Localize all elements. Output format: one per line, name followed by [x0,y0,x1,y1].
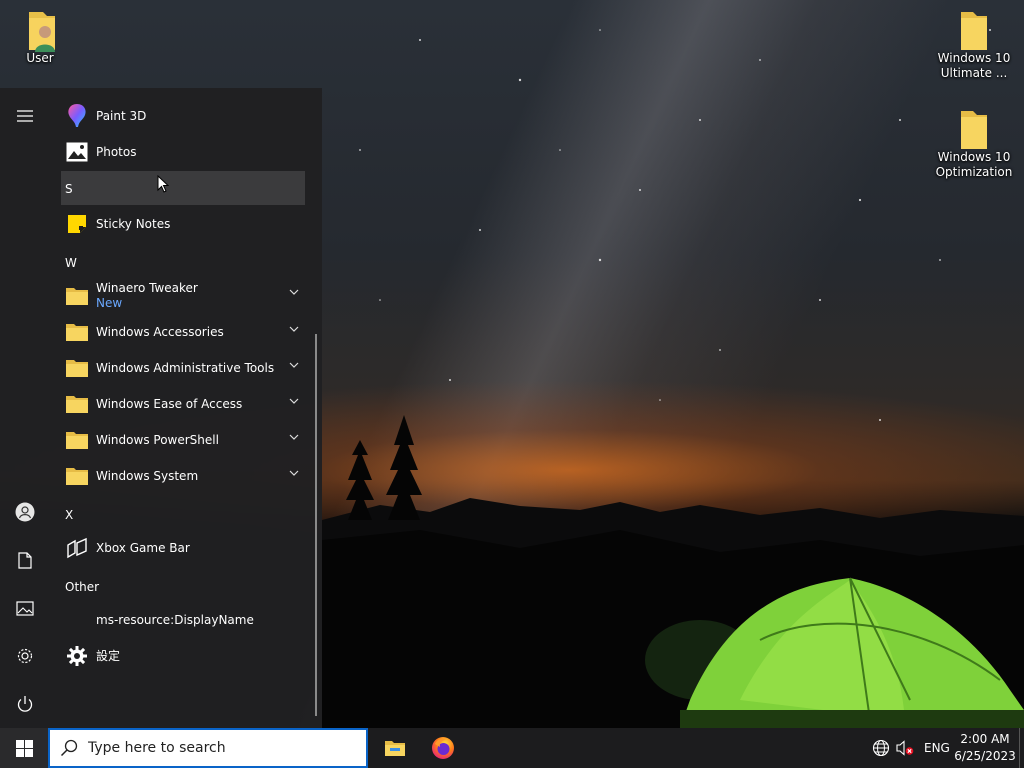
sticky-notes-icon [63,210,91,238]
start-button[interactable] [0,728,48,768]
mouse-cursor-icon [157,175,169,193]
app-paint-3d[interactable]: Paint 3D [61,99,305,133]
app-label: Windows Ease of Access [96,397,243,411]
xbox-game-bar-icon [63,534,91,562]
chevron-down-icon [289,362,299,368]
user-icon [15,502,35,522]
app-label: Windows PowerShell [96,433,219,447]
blank-app-icon [63,606,91,634]
new-badge: New [96,296,123,310]
folder-icon [959,10,989,50]
settings-button[interactable] [0,632,50,680]
network-globe-icon[interactable] [872,739,890,757]
app-label: Windows Accessories [96,325,224,339]
app-label: 設定 [96,649,121,663]
folder-windows-ease-of-access[interactable]: Windows Ease of Access [61,387,305,421]
documents-icon [18,551,32,569]
start-menu-rail [0,88,50,728]
app-label: Sticky Notes [96,217,171,231]
folder-winaero-tweaker[interactable]: Winaero Tweaker New [61,278,305,314]
app-list-scrollbar[interactable] [315,334,317,716]
desktop-icon-windows-10-optimization[interactable]: Windows 10 Optimization [934,109,1014,180]
pictures-icon [16,600,34,616]
chevron-down-icon [289,289,299,295]
app-label: Windows System [96,469,199,483]
taskbar: ENG 2:00 AM 6/25/2023 [0,728,1024,768]
documents-button[interactable] [0,536,50,584]
letter-label: W [65,256,77,270]
taskbar-clock[interactable]: 2:00 AM 6/25/2023 [954,731,1016,765]
chevron-down-icon [289,470,299,476]
folder-windows-system[interactable]: Windows System [61,459,305,493]
taskbar-file-explorer[interactable] [371,728,419,768]
letter-header-other[interactable]: Other [61,569,305,603]
menu-icon [17,110,33,122]
folder-windows-administrative-tools[interactable]: Windows Administrative Tools [61,351,305,385]
search-icon [60,739,78,757]
folder-windows-accessories[interactable]: Windows Accessories [61,315,305,349]
folder-icon [63,318,91,346]
app-settings-jp[interactable]: 設定 [61,639,305,673]
letter-label: X [65,508,74,522]
paint-3d-icon [63,102,91,130]
taskbar-search-box[interactable] [48,728,368,768]
windows-logo-icon [15,739,33,757]
expand-menu-button[interactable] [0,92,50,140]
desktop-icon-user[interactable]: User [0,10,80,66]
letter-header-s[interactable]: S [61,171,305,205]
app-label: Winaero Tweaker [96,281,198,295]
desktop-icon-windows-10-ultimate[interactable]: Windows 10 Ultimate ... [934,10,1014,81]
settings-gear-icon [63,642,91,670]
app-label: Photos [96,145,137,159]
folder-icon [63,462,91,490]
file-explorer-icon [385,741,405,756]
folder-icon [63,390,91,418]
folder-icon [63,426,91,454]
account-button[interactable] [0,488,50,536]
power-button[interactable] [0,680,50,728]
app-label: Paint 3D [96,109,147,123]
letter-label: S [65,182,73,196]
folder-icon [63,354,91,382]
clock-time: 2:00 AM [960,732,1010,746]
folder-icon [959,109,989,149]
desktop-icon-label: Windows 10 Ultimate ... [937,51,1011,80]
app-xbox-game-bar[interactable]: Xbox Game Bar [61,531,305,565]
letter-label: Other [65,580,100,594]
folder-windows-powershell[interactable]: Windows PowerShell [61,423,305,457]
folder-icon [63,282,91,310]
system-tray: ENG [872,728,950,768]
photos-icon [63,138,91,166]
clock-date: 6/25/2023 [954,749,1016,763]
search-input[interactable] [88,740,348,756]
show-desktop-button[interactable] [1019,728,1020,768]
firefox-icon [432,737,454,759]
pictures-button[interactable] [0,584,50,632]
chevron-down-icon [289,434,299,440]
app-ms-resource-displayname[interactable]: ms-resource:DisplayName [61,603,305,637]
app-sticky-notes[interactable]: Sticky Notes [61,207,305,241]
chevron-down-icon [289,326,299,332]
taskbar-firefox[interactable] [419,728,467,768]
app-label: ms-resource:DisplayName [96,613,254,627]
letter-header-w[interactable]: W [61,245,305,279]
desktop-icon-label: Windows 10 Optimization [935,150,1013,179]
app-photos[interactable]: Photos [61,135,305,169]
user-folder-icon [25,10,55,52]
chevron-down-icon [289,398,299,404]
input-language-indicator[interactable]: ENG [924,741,950,755]
app-label: Windows Administrative Tools [96,361,275,375]
volume-muted-icon[interactable] [896,740,914,756]
power-icon [17,696,33,712]
letter-header-x[interactable]: X [61,497,305,531]
app-label: Xbox Game Bar [96,541,190,555]
settings-icon [17,648,33,664]
